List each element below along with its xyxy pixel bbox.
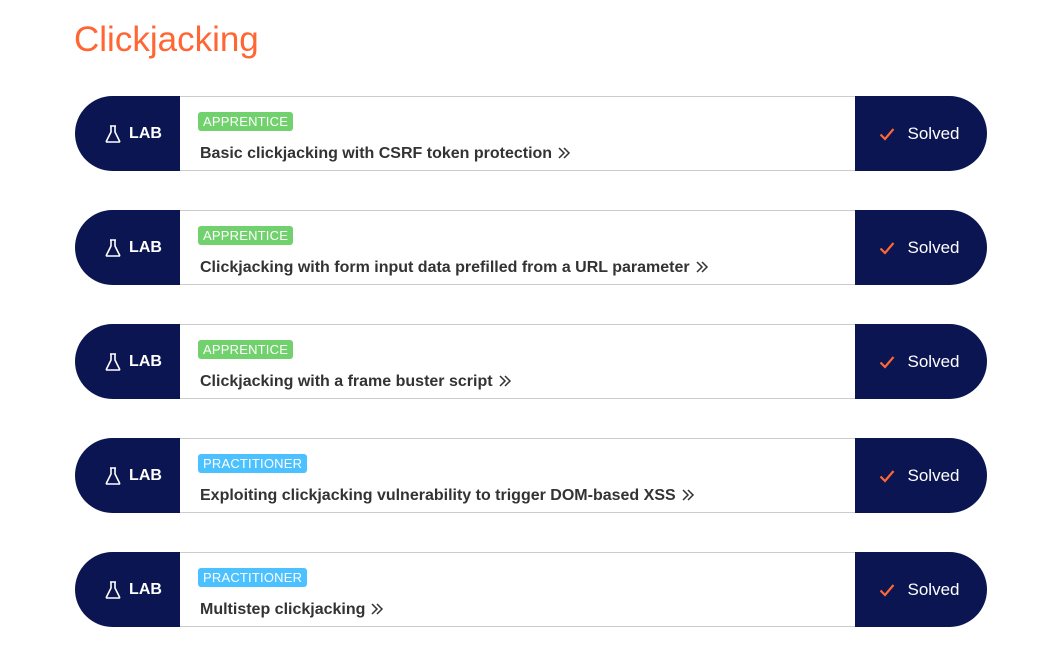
lab-badge: LAB [75, 438, 180, 513]
level-tag: APPRENTICE [198, 112, 294, 131]
lab-title-link[interactable]: Basic clickjacking with CSRF token prote… [200, 145, 571, 163]
lab-badge: LAB [75, 96, 180, 171]
lab-row[interactable]: LAB APPRENTICE Basic clickjacking with C… [75, 96, 987, 171]
lab-badge-label: LAB [129, 124, 162, 142]
status-label: Solved [907, 351, 960, 371]
lab-row[interactable]: LAB APPRENTICE Clickjacking with form in… [75, 210, 987, 285]
double-chevron-right-icon [558, 147, 571, 159]
check-icon [879, 127, 894, 141]
status-badge: Solved [855, 324, 987, 399]
flask-icon [105, 580, 121, 599]
level-tag: PRACTITIONER [198, 454, 308, 473]
lab-body: APPRENTICE Clickjacking with form input … [180, 210, 855, 285]
lab-row[interactable]: LAB APPRENTICE Clickjacking with a frame… [75, 324, 987, 399]
double-chevron-right-icon [682, 489, 694, 501]
lab-badge-label: LAB [129, 238, 162, 256]
status-badge: Solved [855, 552, 987, 627]
lab-body: APPRENTICE Clickjacking with a frame bus… [180, 324, 855, 399]
check-icon [879, 241, 894, 255]
status-badge: Solved [855, 210, 987, 285]
lab-badge-label: LAB [129, 352, 162, 370]
lab-badge-label: LAB [129, 580, 162, 598]
lab-body: PRACTITIONER Exploiting clickjacking vul… [180, 438, 855, 513]
status-badge: Solved [855, 96, 987, 171]
lab-title-link[interactable]: Multistep clickjacking [200, 601, 384, 619]
page: Clickjacking LAB APPRENTICE Basic clickj… [0, 0, 1046, 657]
check-icon [879, 355, 894, 369]
lab-title-text: Clickjacking with form input data prefil… [200, 259, 690, 276]
lab-list: LAB APPRENTICE Basic clickjacking with C… [75, 96, 987, 657]
flask-icon [105, 466, 121, 485]
double-chevron-right-icon [499, 375, 511, 387]
lab-title-text: Basic clickjacking with CSRF token prote… [200, 145, 553, 162]
level-tag: APPRENTICE [198, 340, 294, 359]
status-label: Solved [907, 123, 960, 143]
check-icon [879, 469, 894, 483]
lab-badge: LAB [75, 324, 180, 399]
lab-title-text: Exploiting clickjacking vulnerability to… [200, 487, 676, 504]
lab-title-link[interactable]: Clickjacking with a frame buster script [200, 373, 512, 391]
lab-title-text: Multistep clickjacking [200, 601, 366, 618]
status-label: Solved [907, 465, 960, 485]
lab-title-text: Clickjacking with a frame buster script [200, 373, 493, 390]
level-tag: PRACTITIONER [198, 568, 308, 587]
flask-icon [105, 238, 121, 257]
lab-badge-label: LAB [129, 466, 162, 484]
lab-badge: LAB [75, 552, 180, 627]
flask-icon [105, 352, 121, 371]
lab-row[interactable]: LAB PRACTITIONER Exploiting clickjacking… [75, 438, 987, 513]
lab-badge: LAB [75, 210, 180, 285]
status-label: Solved [907, 579, 960, 599]
lab-title-link[interactable]: Exploiting clickjacking vulnerability to… [200, 487, 695, 505]
level-tag: APPRENTICE [198, 226, 294, 245]
lab-title-link[interactable]: Clickjacking with form input data prefil… [200, 259, 709, 277]
page-title: Clickjacking [74, 20, 259, 59]
lab-body: PRACTITIONER Multistep clickjacking [180, 552, 855, 627]
status-badge: Solved [855, 438, 987, 513]
double-chevron-right-icon [371, 603, 384, 615]
check-icon [879, 583, 894, 597]
flask-icon [105, 124, 121, 143]
lab-body: APPRENTICE Basic clickjacking with CSRF … [180, 96, 855, 171]
lab-row[interactable]: LAB PRACTITIONER Multistep clickjacking … [75, 552, 987, 627]
double-chevron-right-icon [696, 261, 708, 273]
status-label: Solved [907, 237, 960, 257]
